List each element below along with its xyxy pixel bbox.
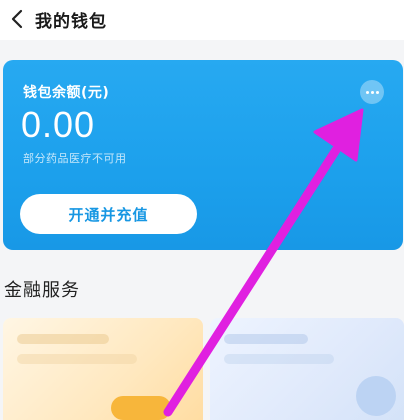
blurred-text-placeholder: [17, 334, 109, 344]
more-dot: [370, 90, 374, 94]
finance-promo-card-right[interactable]: [210, 318, 404, 420]
finance-promo-card-left[interactable]: [3, 318, 203, 420]
finance-section-title: 金融服务: [4, 280, 80, 301]
top-navigation-bar: 我的钱包: [0, 0, 404, 40]
balance-usage-note: 部分药品医疗不可用: [23, 152, 127, 165]
blurred-text-placeholder: [224, 354, 334, 364]
wallet-screen: 我的钱包 钱包余额(元) 0.00 部分药品医疗不可用 开通并充值 金融服务: [0, 0, 404, 420]
balance-amount: 0.00: [21, 104, 96, 145]
page-title: 我的钱包: [35, 12, 107, 32]
finance-services-row: [0, 318, 404, 420]
open-and-recharge-button[interactable]: 开通并充值: [20, 194, 197, 234]
promo-chip: [111, 396, 171, 420]
more-options-button[interactable]: [360, 80, 384, 104]
more-dots-icon: [365, 90, 369, 94]
chevron-left-icon: [11, 9, 23, 29]
promo-illustration: [356, 376, 396, 416]
balance-label: 钱包余额(元): [23, 85, 110, 101]
blurred-text-placeholder: [17, 354, 137, 364]
more-dot: [375, 90, 379, 94]
blurred-text-placeholder: [224, 334, 308, 344]
back-button[interactable]: [4, 6, 30, 32]
wallet-balance-card: 钱包余额(元) 0.00 部分药品医疗不可用 开通并充值: [3, 60, 403, 250]
